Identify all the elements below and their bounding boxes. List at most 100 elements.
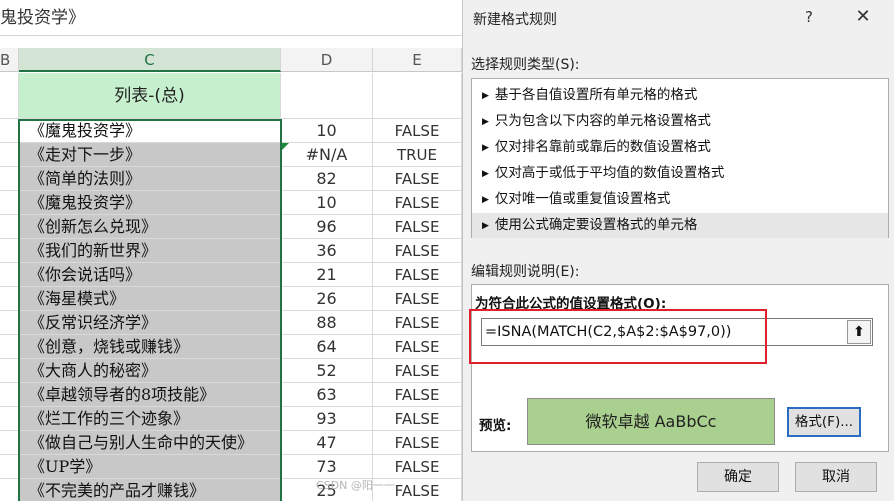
cell-match-index[interactable]: 63	[281, 383, 373, 407]
cell-book-title[interactable]: 《魔鬼投资学》	[19, 191, 281, 215]
cell-book-title[interactable]: 《走对下一步》	[19, 143, 281, 167]
cell-b[interactable]	[0, 311, 19, 335]
cell-book-title[interactable]: 《创意，烧钱或赚钱》	[19, 335, 281, 359]
cell-isna-result[interactable]: FALSE	[373, 311, 462, 335]
cell-isna-result[interactable]: FALSE	[373, 119, 462, 143]
collapse-dialog-icon[interactable]: ⬆	[847, 320, 871, 344]
cell-b[interactable]	[0, 287, 19, 311]
cell-book-title[interactable]: 《UP学》	[19, 455, 281, 479]
cell-b[interactable]	[0, 407, 19, 431]
cell-match-index[interactable]: 36	[281, 239, 373, 263]
rule-type-item[interactable]: ▶ 仅对排名靠前或靠后的数值设置格式	[472, 135, 888, 160]
column-header-e[interactable]: E	[373, 48, 462, 72]
column-header-c[interactable]: C	[19, 48, 281, 72]
cell-isna-result[interactable]: FALSE	[373, 407, 462, 431]
cell-isna-result[interactable]: FALSE	[373, 383, 462, 407]
cell-isna-result[interactable]: FALSE	[373, 263, 462, 287]
cell-isna-result[interactable]: TRUE	[373, 143, 462, 167]
cell-d1[interactable]	[281, 73, 373, 119]
cell-b[interactable]	[0, 143, 19, 167]
close-icon[interactable]: ✕	[851, 4, 875, 30]
cell-isna-result[interactable]: FALSE	[373, 167, 462, 191]
formula-condition-label: 为符合此公式的值设置格式(O):	[475, 296, 667, 312]
cell-b[interactable]	[0, 191, 19, 215]
cell-e1[interactable]	[373, 73, 462, 119]
cell-isna-result[interactable]: FALSE	[373, 455, 462, 479]
cell-book-title[interactable]: 《你会说话吗》	[19, 263, 281, 287]
cell-book-title[interactable]: 《海星模式》	[19, 287, 281, 311]
cell-match-index[interactable]: 64	[281, 335, 373, 359]
table-row: 《UP学》 73 FALSE	[0, 455, 462, 479]
cell-b[interactable]	[0, 479, 19, 501]
cell-match-index[interactable]: 10	[281, 119, 373, 143]
cancel-button[interactable]: 取消	[795, 462, 877, 492]
cell-book-title[interactable]: 《做自己与别人生命中的天使》	[19, 431, 281, 455]
cell-match-index[interactable]: 47	[281, 431, 373, 455]
cell-isna-result[interactable]: FALSE	[373, 335, 462, 359]
cell-match-index[interactable]: 93	[281, 407, 373, 431]
table-row: 《你会说话吗》 21 FALSE	[0, 263, 462, 287]
rule-type-item[interactable]: ▶ 使用公式确定要设置格式的单元格	[472, 213, 888, 238]
cell-isna-result[interactable]: FALSE	[373, 191, 462, 215]
triangle-right-icon: ▶	[482, 221, 489, 231]
cell-book-title[interactable]: 《烂工作的三个迹象》	[19, 407, 281, 431]
cell-b[interactable]	[0, 215, 19, 239]
preview-sample: 微软卓越 AaBbCc	[527, 398, 775, 445]
cell-book-title[interactable]: 《我们的新世界》	[19, 239, 281, 263]
table-row: 《简单的法则》 82 FALSE	[0, 167, 462, 191]
cell-book-title[interactable]: 《卓越领导者的8项技能》	[19, 383, 281, 407]
cell-match-index[interactable]: 10	[281, 191, 373, 215]
cell-book-title[interactable]: 《不完美的产品才赚钱》	[19, 479, 281, 501]
cell-book-title[interactable]: 《魔鬼投资学》	[19, 119, 281, 143]
table-row: 《做自己与别人生命中的天使》 47 FALSE	[0, 431, 462, 455]
cell-isna-result[interactable]: FALSE	[373, 287, 462, 311]
cell-book-title[interactable]: 《大商人的秘密》	[19, 359, 281, 383]
cell-isna-result[interactable]: FALSE	[373, 239, 462, 263]
cell-b1[interactable]	[0, 73, 19, 119]
cell-match-index[interactable]: 26	[281, 287, 373, 311]
rule-type-item[interactable]: ▶ 基于各自值设置所有单元格的格式	[472, 83, 888, 108]
cell-b[interactable]	[0, 263, 19, 287]
cell-b[interactable]	[0, 383, 19, 407]
cell-book-title[interactable]: 《简单的法则》	[19, 167, 281, 191]
table-row: 《我们的新世界》 36 FALSE	[0, 239, 462, 263]
rule-type-item[interactable]: ▶ 只为包含以下内容的单元格设置格式	[472, 109, 888, 134]
cell-match-index[interactable]: 52	[281, 359, 373, 383]
ok-button[interactable]: 确定	[697, 462, 779, 492]
cell-b[interactable]	[0, 455, 19, 479]
cell-match-index[interactable]: 21	[281, 263, 373, 287]
column-header-b[interactable]: B	[0, 48, 19, 72]
edit-rule-description-label: 编辑规则说明(E):	[471, 264, 580, 280]
column-header-d[interactable]: D	[281, 48, 373, 72]
cell-isna-result[interactable]: FALSE	[373, 359, 462, 383]
cell-isna-result[interactable]: FALSE	[373, 215, 462, 239]
cell-match-index[interactable]: #N/A	[281, 143, 373, 167]
new-format-rule-dialog: 新建格式规则 ? ✕ 选择规则类型(S): ▶ 基于各自值设置所有单元格的格式 ▶ 只…	[462, 0, 894, 501]
formula-input[interactable]: =ISNA(MATCH(C2,$A$2:$A$97,0))	[481, 318, 873, 346]
cell-b[interactable]	[0, 335, 19, 359]
help-icon[interactable]: ?	[797, 4, 821, 30]
header-cell-list-total[interactable]: 列表-(总)	[19, 73, 281, 119]
cell-b[interactable]	[0, 239, 19, 263]
cell-book-title[interactable]: 《反常识经济学》	[19, 311, 281, 335]
table-row: 《大商人的秘密》 52 FALSE	[0, 359, 462, 383]
cell-b[interactable]	[0, 359, 19, 383]
cell-book-title[interactable]: 《创新怎么兑现》	[19, 215, 281, 239]
triangle-right-icon: ▶	[482, 169, 489, 179]
format-button[interactable]: 格式(F)...	[787, 407, 861, 437]
rule-type-item[interactable]: ▶ 仅对高于或低于平均值的数值设置格式	[472, 161, 888, 186]
cell-b[interactable]	[0, 119, 19, 143]
cell-match-index[interactable]: 82	[281, 167, 373, 191]
cell-isna-result[interactable]: FALSE	[373, 431, 462, 455]
table-row: 《魔鬼投资学》 10 FALSE	[0, 191, 462, 215]
cell-b[interactable]	[0, 167, 19, 191]
table-row: 《反常识经济学》 88 FALSE	[0, 311, 462, 335]
rule-type-item[interactable]: ▶ 仅对唯一值或重复值设置格式	[472, 187, 888, 212]
watermark: CSDN @阳一一	[316, 479, 395, 492]
cell-b[interactable]	[0, 431, 19, 455]
cell-match-index[interactable]: 88	[281, 311, 373, 335]
triangle-right-icon: ▶	[482, 195, 489, 205]
cell-match-index[interactable]: 96	[281, 215, 373, 239]
cell-match-index[interactable]: 73	[281, 455, 373, 479]
formula-bar-text[interactable]: 鬼投资学》	[0, 0, 462, 36]
